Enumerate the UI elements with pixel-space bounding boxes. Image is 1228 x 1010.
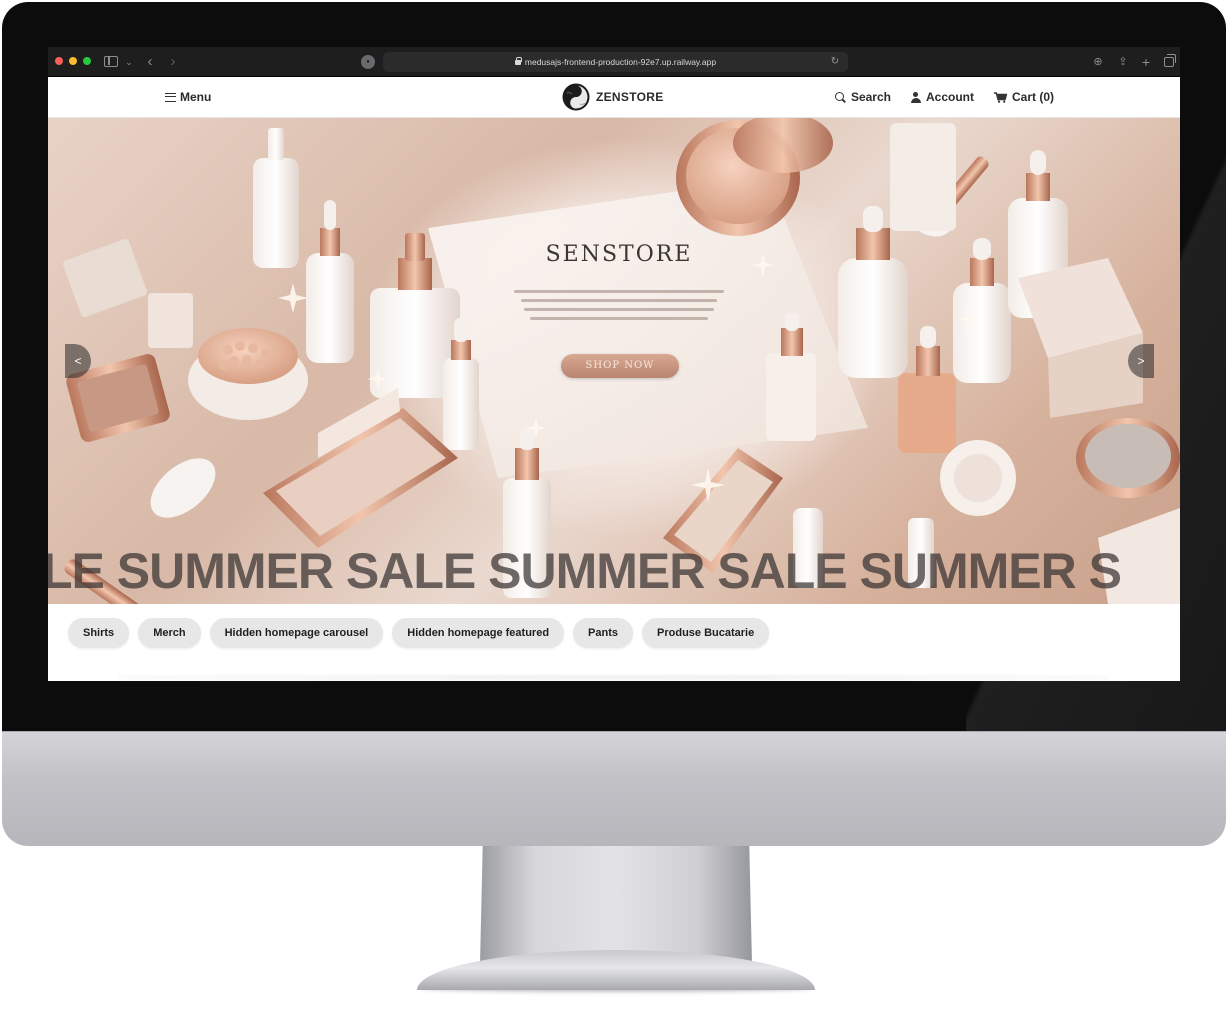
- hero-shop-now-button[interactable]: SHOP NOW: [561, 354, 679, 378]
- browser-toolbar: ⌄ ‹ › ● medusajs-frontend-production-92e…: [48, 47, 1180, 77]
- category-list: Shirts Merch Hidden homepage carousel Hi…: [68, 618, 770, 648]
- carousel-next-button[interactable]: >: [1128, 344, 1154, 378]
- search-link[interactable]: Search: [834, 90, 891, 104]
- category-chip-hidden-homepage-featured[interactable]: Hidden homepage featured: [392, 618, 565, 648]
- yin-yang-logo-icon: [562, 83, 590, 111]
- hamburger-icon: [165, 92, 176, 102]
- category-bar: Shirts Merch Hidden homepage carousel Hi…: [48, 604, 1180, 681]
- download-icon[interactable]: ⊕: [1091, 52, 1105, 72]
- cart-link[interactable]: Cart (0): [993, 90, 1054, 104]
- imac-stand-neck: [480, 846, 752, 964]
- minimize-window-button[interactable]: [69, 57, 77, 65]
- search-label: Search: [850, 90, 891, 104]
- menu-label: Menu: [180, 90, 212, 104]
- category-chip-hidden-homepage-carousel[interactable]: Hidden homepage carousel: [209, 618, 384, 648]
- category-chip-pants[interactable]: Pants: [573, 618, 634, 648]
- brand-logo[interactable]: ZENSTORE: [562, 83, 664, 111]
- account-link[interactable]: Account: [910, 90, 974, 104]
- category-chip-shirts[interactable]: Shirts: [68, 618, 130, 648]
- site-header: Menu ZENSTORE Search Account Cart (0): [48, 77, 1180, 118]
- imac-chin: [2, 731, 1226, 846]
- reload-icon[interactable]: ↻: [828, 55, 842, 69]
- back-icon[interactable]: ‹: [144, 52, 156, 72]
- forward-icon[interactable]: ›: [167, 52, 179, 72]
- lock-icon: [514, 57, 522, 65]
- imac-mockup: ⌄ ‹ › ● medusajs-frontend-production-92e…: [0, 0, 1228, 1010]
- share-icon[interactable]: ⇪: [1116, 52, 1130, 72]
- cart-icon: [993, 91, 1007, 103]
- hero-title: SENSTORE: [545, 242, 693, 267]
- brand-name: ZENSTORE: [596, 90, 664, 104]
- url-text: medusajs-frontend-production-92e7.up.rai…: [524, 57, 717, 67]
- sidebar-icon[interactable]: [104, 56, 118, 67]
- address-bar[interactable]: medusajs-frontend-production-92e7.up.rai…: [383, 52, 848, 72]
- hero-carousel: SENSTORE SHOP NOW < > LE SUMMER SALE SUM…: [48, 118, 1180, 604]
- privacy-report-icon[interactable]: ●: [361, 55, 375, 69]
- imac-stand-foot: [417, 950, 815, 990]
- chevron-down-icon[interactable]: ⌄: [124, 52, 134, 72]
- cart-label: Cart (0): [1011, 90, 1054, 104]
- section-divider-shadow: [118, 674, 1108, 681]
- menu-button[interactable]: Menu: [165, 89, 211, 105]
- close-window-button[interactable]: [55, 57, 63, 65]
- new-tab-icon[interactable]: +: [1139, 52, 1153, 72]
- header-actions: Search Account Cart (0): [834, 89, 1054, 105]
- url-display: medusajs-frontend-production-92e7.up.rai…: [383, 52, 848, 72]
- search-icon: [834, 91, 846, 103]
- account-label: Account: [925, 90, 974, 104]
- user-icon: [910, 91, 921, 103]
- screen: ⌄ ‹ › ● medusajs-frontend-production-92e…: [48, 47, 1180, 681]
- category-chip-merch[interactable]: Merch: [138, 618, 201, 648]
- category-chip-produse-bucatarie[interactable]: Produse Bucatarie: [642, 618, 770, 648]
- zoom-window-button[interactable]: [83, 57, 91, 65]
- hero-blurred-text: [508, 290, 730, 326]
- summer-sale-marquee: LE SUMMER SALE SUMMER SALE SUMMER S: [48, 543, 1122, 599]
- tab-overview-icon[interactable]: [1162, 52, 1176, 72]
